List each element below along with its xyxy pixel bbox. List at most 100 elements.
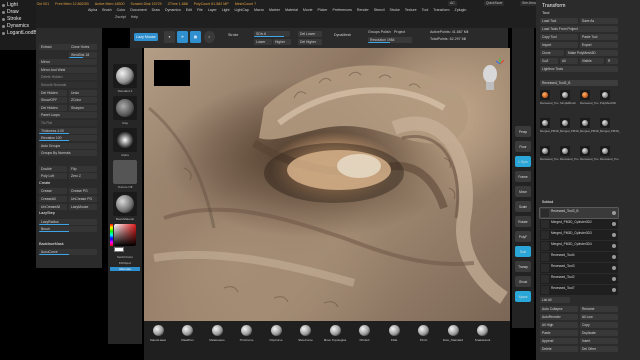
tool-tile[interactable] xyxy=(540,118,550,128)
panel-row[interactable]: Mirror And Weld xyxy=(39,66,97,73)
del-lower-button[interactable]: Del Lower xyxy=(298,31,322,37)
tool-tile[interactable] xyxy=(560,90,570,100)
tool-tile[interactable] xyxy=(600,90,610,100)
tool-tile[interactable] xyxy=(540,90,550,100)
tool-button[interactable]: Clone xyxy=(540,50,564,56)
panel-row[interactable]: LazyMouse xyxy=(69,203,97,210)
title-tag[interactable]: AC xyxy=(448,1,457,6)
panel-row[interactable]: LazyRadius xyxy=(39,218,97,225)
panel-row[interactable]: Undo xyxy=(69,89,97,96)
menu-item[interactable]: Material xyxy=(285,8,298,14)
brush-thumbnail[interactable] xyxy=(113,64,137,88)
brush-slot[interactable]: TrimCurve xyxy=(235,325,259,342)
tool-tile[interactable] xyxy=(580,90,590,100)
panel-row[interactable]: UnCrease PG xyxy=(69,196,97,202)
menu-item[interactable]: File xyxy=(197,8,203,14)
brush-slot[interactable]: hPolish xyxy=(353,325,377,342)
panel-row[interactable]: CreaseAll xyxy=(39,196,67,202)
brush-slot[interactable]: SliceCurve xyxy=(294,325,318,342)
menu-item[interactable]: Marker xyxy=(269,8,280,14)
panel-row[interactable]: Panel Loops xyxy=(39,112,97,119)
panel-row[interactable]: Auto Groups xyxy=(39,142,97,149)
title-tag[interactable]: QuickSave xyxy=(484,1,505,6)
menu-item[interactable]: Alpha xyxy=(88,8,97,14)
tool-button[interactable]: All xyxy=(560,58,578,64)
view-button[interactable]: Frame xyxy=(515,171,531,182)
subtool-action-button[interactable]: Del Other xyxy=(580,346,618,352)
panel-row[interactable]: Show/OFF xyxy=(39,97,67,104)
panel-row[interactable]: Crease PG xyxy=(69,188,97,195)
draw-mode-grid-icon[interactable]: ▦ xyxy=(190,31,201,43)
panel-row[interactable]: Crease xyxy=(39,188,67,195)
eye-icon[interactable] xyxy=(612,255,616,259)
panel-row[interactable]: Elevation 100 xyxy=(39,135,97,142)
menu-item[interactable]: Movie xyxy=(303,8,313,14)
view-button[interactable]: L.Sym xyxy=(515,156,531,167)
brush-slot[interactable]: MaskPen xyxy=(176,325,200,342)
brush-slot[interactable]: MaskLasso xyxy=(205,325,229,342)
tool-button[interactable]: R xyxy=(606,58,618,64)
fill-object-button[interactable]: FillObject xyxy=(110,261,140,265)
subtool-action-button[interactable]: Duplicate xyxy=(580,330,618,336)
brush-slot[interactable]: Inflat xyxy=(382,325,406,342)
panel-row[interactable]: Zero Z xyxy=(69,173,97,180)
alpha-thumbnail[interactable] xyxy=(113,128,137,152)
tool-button[interactable]: Paste Tool xyxy=(580,34,618,40)
view-button[interactable]: Floor xyxy=(515,141,531,152)
menu-item[interactable]: Render xyxy=(357,8,369,14)
tray-item[interactable]: Light xyxy=(2,2,18,8)
subtool-action-button[interactable]: Auto Collapse xyxy=(540,306,578,312)
view-button[interactable]: Xpose xyxy=(515,291,531,302)
panel-row[interactable]: Del Hidden xyxy=(39,89,67,96)
eye-icon[interactable] xyxy=(612,211,616,215)
panel-row[interactable]: Sharpen xyxy=(69,104,97,111)
subtool-action-button[interactable]: All Low xyxy=(580,314,618,320)
subtool-action-button[interactable]: Paste xyxy=(540,330,578,336)
sphere-toggle-icon[interactable]: ◐ xyxy=(204,31,215,43)
subtool-item[interactable]: Recessed_Tool4 xyxy=(540,252,618,262)
tool-button[interactable]: Visible xyxy=(580,58,604,64)
panel-row[interactable]: WeldDist 18 xyxy=(69,51,97,58)
orientation-gizmo[interactable] xyxy=(476,58,506,94)
tool-button[interactable]: Load Tools From Project xyxy=(540,26,618,32)
eye-icon[interactable] xyxy=(612,277,616,281)
lazy-mouse-button[interactable]: Lazy Mouse xyxy=(134,33,158,41)
panel-row[interactable]: Delete Hidden xyxy=(39,74,97,81)
tool-button[interactable]: GoZ xyxy=(540,58,558,64)
panel-section-heading[interactable]: LazyStep xyxy=(39,211,55,215)
subtool-action-button[interactable]: AutoReorder xyxy=(540,314,578,320)
menu-item[interactable]: Help xyxy=(131,15,138,19)
eye-icon[interactable] xyxy=(612,244,616,248)
view-button[interactable]: Ghost xyxy=(515,276,531,287)
dynamesh-label[interactable]: DynaMesh xyxy=(334,33,351,37)
tool-tile[interactable] xyxy=(600,146,610,156)
panel-row[interactable]: Mirror xyxy=(39,59,97,66)
menu-item[interactable]: Color xyxy=(117,8,126,14)
menu-item[interactable]: Stencil xyxy=(374,8,385,14)
subtool-item[interactable]: Merged_PM3D_Cylinder3D3 xyxy=(540,230,618,240)
eye-icon[interactable] xyxy=(612,222,616,226)
view-button[interactable]: Transp xyxy=(515,261,531,272)
menu-item[interactable]: Stroke xyxy=(390,8,400,14)
panel-section-heading[interactable]: Create xyxy=(39,181,50,185)
panel-row[interactable]: Flip xyxy=(69,165,97,172)
material-thumbnail[interactable] xyxy=(113,192,137,216)
menu-item[interactable]: Transform xyxy=(433,8,449,14)
eye-icon[interactable] xyxy=(612,233,616,237)
project-toggle[interactable]: Project xyxy=(394,30,405,34)
main-color-swatch[interactable] xyxy=(114,247,124,252)
draw-mode-sun-icon[interactable]: ✳ xyxy=(177,31,188,43)
tool-subpalette-title[interactable]: Tool xyxy=(542,10,549,15)
tool-tile[interactable] xyxy=(560,146,570,156)
menu-item[interactable]: Light xyxy=(222,8,230,14)
menu-item[interactable]: Preferences xyxy=(333,8,352,14)
brush-slot[interactable]: ClipCurve xyxy=(264,325,288,342)
panel-row[interactable]: AccuCurve xyxy=(39,249,97,256)
panel-row[interactable]: Double xyxy=(39,165,67,172)
higher-res-button[interactable]: Higher Res xyxy=(273,39,291,45)
panel-row[interactable]: Poly Loft xyxy=(39,173,67,180)
lower-res-button[interactable]: Lower Res xyxy=(254,39,272,45)
tool-button[interactable]: Save As xyxy=(580,18,618,24)
menu-item[interactable]: Document xyxy=(130,8,146,14)
tool-tile[interactable] xyxy=(600,118,610,128)
